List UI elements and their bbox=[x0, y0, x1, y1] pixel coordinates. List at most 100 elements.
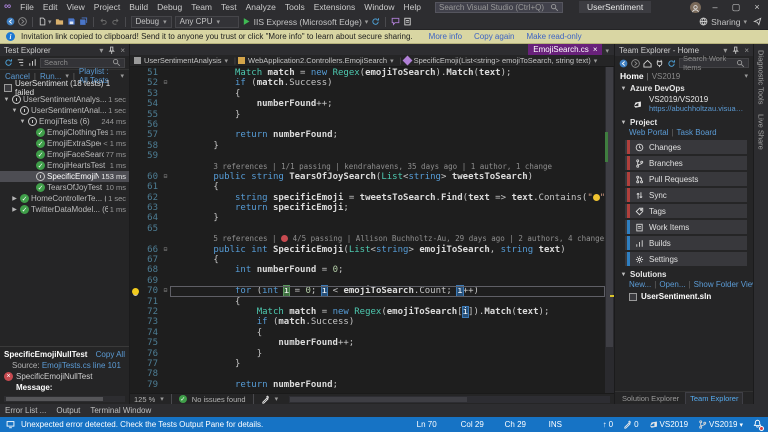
project-link-task-board[interactable]: Task Board bbox=[677, 128, 717, 137]
code-line-70[interactable]: 70 ⊟ for (int i = 0; i < emojiToSearch.Cou… bbox=[130, 285, 605, 298]
code-area[interactable]: 51 Match match = new Regex(emojiToSearch)… bbox=[130, 67, 605, 393]
tab-emojisearch[interactable]: EmojiSearch.cs × bbox=[528, 44, 603, 55]
menu-test[interactable]: Test bbox=[217, 2, 241, 12]
copy-all-link[interactable]: Copy All bbox=[96, 350, 125, 359]
sharing-dropdown[interactable]: Sharing ▾ bbox=[699, 17, 747, 27]
test-options-icon[interactable] bbox=[28, 58, 37, 67]
code-line-69[interactable]: 69 bbox=[130, 276, 605, 286]
breadcrumb-item[interactable]: WebApplication2.Controllers.EmojiSearch ▾ bbox=[238, 56, 398, 65]
menu-window[interactable]: Window bbox=[360, 2, 398, 12]
code-line-71[interactable]: 71{ bbox=[130, 297, 605, 307]
team-item-settings[interactable]: Settings bbox=[625, 252, 747, 266]
code-line-76[interactable]: 76} bbox=[130, 349, 605, 359]
home-breadcrumb[interactable]: Home bbox=[620, 71, 644, 81]
chevron-down-icon[interactable]: ▾ bbox=[390, 57, 394, 65]
solutions-link-new-[interactable]: New... bbox=[629, 280, 651, 289]
code-line-52[interactable]: 52 ⊟ if (match.Success) bbox=[130, 78, 605, 88]
source-link[interactable]: EmojiTests.cs line 101 bbox=[42, 361, 121, 370]
side-tab-live-share[interactable]: Live Share bbox=[757, 114, 766, 150]
code-line-75[interactable]: 75 numberFound++; bbox=[130, 338, 605, 348]
codelens-line[interactable]: 5 references | 4/5 passing | Allison Buc… bbox=[130, 234, 605, 244]
navigate-forward-button[interactable] bbox=[18, 17, 27, 26]
notifications-bell[interactable] bbox=[753, 419, 764, 431]
tool-tab-terminal-window[interactable]: Terminal Window bbox=[90, 406, 151, 415]
new-file-button[interactable] bbox=[38, 17, 47, 26]
undo-button[interactable] bbox=[99, 17, 108, 26]
team-item-work-items[interactable]: Work Items bbox=[625, 220, 747, 234]
menu-debug[interactable]: Debug bbox=[153, 2, 186, 12]
details-horizontal-scrollbar[interactable] bbox=[4, 396, 125, 402]
codelens-line[interactable]: 3 references | 1/1 passing | kendrahaven… bbox=[130, 162, 605, 172]
back-icon[interactable] bbox=[619, 59, 628, 68]
home-menu-icon[interactable]: ▾ bbox=[744, 72, 748, 80]
tool-tab-error-list-[interactable]: Error List ... bbox=[5, 406, 46, 415]
edit-mode-icon[interactable] bbox=[261, 394, 270, 404]
notification-link-copy-again[interactable]: Copy again bbox=[474, 32, 514, 41]
feedback-icon[interactable] bbox=[391, 17, 400, 26]
menu-tools[interactable]: Tools bbox=[281, 2, 309, 12]
test-tree-row[interactable]: ▼ UserSentimentAnal... (18)1 sec bbox=[0, 105, 129, 116]
code-line-65[interactable]: 65 bbox=[130, 224, 605, 234]
connect-icon[interactable] bbox=[655, 59, 664, 68]
code-line-73[interactable]: 73 if (match.Success) bbox=[130, 317, 605, 327]
start-debugging-button[interactable]: IIS Express (Microsoft Edge) ▾ bbox=[242, 17, 368, 27]
task-list-icon[interactable] bbox=[403, 17, 412, 26]
tab-close-icon[interactable]: × bbox=[593, 45, 598, 54]
tab-list-dropdown-icon[interactable]: ▾ bbox=[602, 47, 612, 55]
tab-solution-explorer[interactable]: Solution Explorer bbox=[618, 394, 683, 403]
close-panel-icon[interactable]: × bbox=[744, 46, 749, 55]
code-line-64[interactable]: 64} bbox=[130, 213, 605, 223]
test-tree-row[interactable]: ✓EmojiExtraSpecial...< 1 ms bbox=[0, 138, 129, 149]
test-tree-row[interactable]: ✓ TearsOfJoyTest 10 ms bbox=[0, 182, 129, 193]
redo-button[interactable] bbox=[111, 17, 120, 26]
solutions-section[interactable]: Solutions bbox=[630, 270, 666, 279]
solutions-link-show-folder-view[interactable]: Show Folder View bbox=[694, 280, 758, 289]
tree-expander-icon[interactable]: ▶ bbox=[11, 195, 18, 202]
minimize-button[interactable]: – bbox=[708, 2, 722, 12]
user-avatar[interactable] bbox=[690, 1, 701, 13]
team-item-sync[interactable]: Sync bbox=[625, 188, 747, 202]
test-tree-row[interactable]: ✓ EmojiHeartsTest 1 ms bbox=[0, 160, 129, 171]
save-all-button[interactable] bbox=[79, 17, 88, 26]
tree-expander-icon[interactable]: ▶ bbox=[11, 206, 18, 213]
zoom-level-dropdown[interactable]: 125 % bbox=[134, 395, 155, 404]
maximize-button[interactable]: ▢ bbox=[729, 2, 743, 13]
test-tree-row[interactable]: ▶ ✓ HomeControllerTe... (6) 1 sec bbox=[0, 193, 129, 204]
code-line-77[interactable]: 77} bbox=[130, 359, 605, 369]
code-line-79[interactable]: 79 return numberFound; bbox=[130, 380, 605, 390]
code-line-63[interactable]: 63 return specificEmoji; bbox=[130, 203, 605, 213]
branch-indicator[interactable]: VS2019 ▾ bbox=[698, 420, 743, 429]
close-panel-icon[interactable]: × bbox=[120, 46, 125, 55]
lightbulb-icon[interactable] bbox=[132, 287, 139, 295]
notification-link-more-info[interactable]: More info bbox=[429, 32, 462, 41]
code-line-60[interactable]: 60 ⊟ public string TearsOfJoySearch(List<s… bbox=[130, 172, 605, 182]
group-by-icon[interactable] bbox=[16, 58, 25, 67]
fold-icon[interactable]: ⊟ bbox=[161, 172, 170, 182]
test-tree-row[interactable]: ✓EmojiFaceSearchTest77 ms bbox=[0, 149, 129, 160]
run-tests-icon[interactable] bbox=[4, 58, 13, 67]
test-tree-row[interactable]: ✓ EmojiClothingTest 1 ms bbox=[0, 127, 129, 138]
test-tree-row[interactable]: ▼ UserSentimentAnalys... (18)1 sec bbox=[0, 94, 129, 105]
refresh-icon[interactable] bbox=[667, 59, 676, 68]
code-line-58[interactable]: 58} bbox=[130, 141, 605, 151]
editor-horizontal-scrollbar[interactable] bbox=[289, 395, 610, 403]
team-item-pull-requests[interactable]: Pull Requests bbox=[625, 172, 747, 186]
tab-team-explorer[interactable]: Team Explorer bbox=[685, 392, 744, 404]
azure-account-url[interactable]: https://abuchholtzau.visualstudio... bbox=[649, 104, 744, 113]
code-line-51[interactable]: 51 Match match = new Regex(emojiToSearch)… bbox=[130, 68, 605, 78]
search-input[interactable]: Search Visual Studio (Ctrl+Q) bbox=[435, 1, 564, 13]
team-item-changes[interactable]: Changes bbox=[625, 140, 747, 154]
tree-expander-icon[interactable]: ▼ bbox=[3, 97, 10, 103]
platform-dropdown[interactable]: Any CPU ▾ bbox=[174, 15, 239, 28]
azure-devops-section[interactable]: Azure DevOps bbox=[630, 84, 685, 93]
zoom-caret-icon[interactable]: ▾ bbox=[160, 395, 164, 403]
team-item-branches[interactable]: Branches bbox=[625, 156, 747, 170]
chevron-down-icon[interactable]: ▾ bbox=[594, 57, 598, 65]
project-link-web-portal[interactable]: Web Portal bbox=[629, 128, 668, 137]
open-folder-button[interactable] bbox=[55, 17, 64, 26]
code-line-53[interactable]: 53{ bbox=[130, 89, 605, 99]
push-icon[interactable]: ↑ bbox=[603, 420, 607, 429]
code-line-72[interactable]: 72 Match match = new Regex(emojiToSearch[… bbox=[130, 305, 605, 318]
solution-file-name[interactable]: UserSentiment.sln bbox=[641, 292, 711, 301]
home-icon[interactable] bbox=[643, 59, 652, 68]
